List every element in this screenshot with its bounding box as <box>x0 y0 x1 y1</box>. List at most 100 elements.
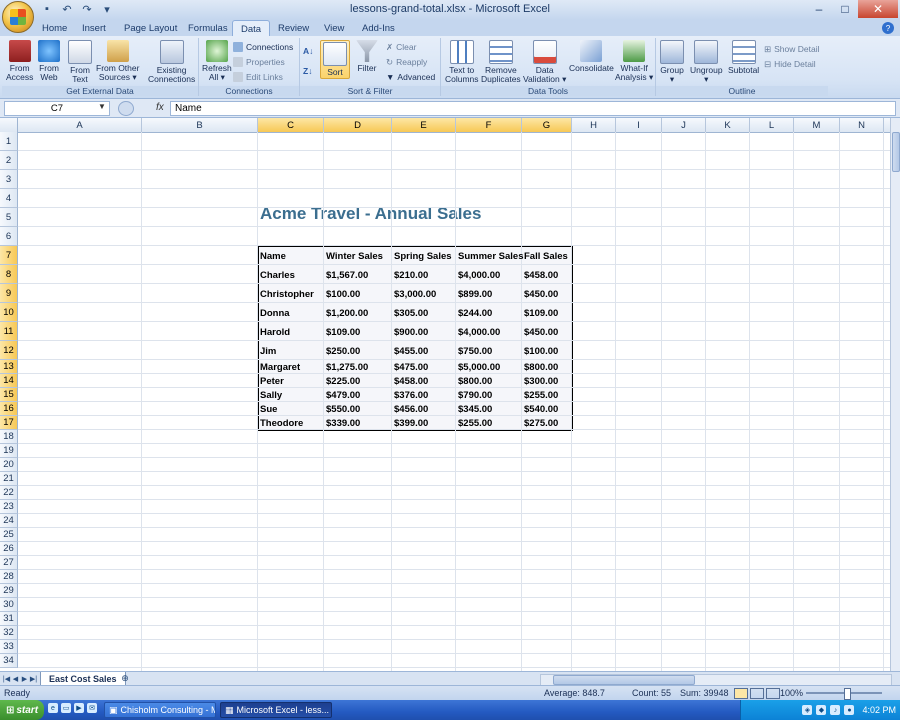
zoom-level[interactable]: 100% <box>780 688 803 698</box>
from-other-sources-button[interactable]: From Other Sources ▾ <box>96 40 139 82</box>
table-cell[interactable]: $455.00 <box>394 346 428 357</box>
row-header-6[interactable]: 6 <box>0 227 18 246</box>
column-header-c[interactable]: C <box>258 118 324 132</box>
group-button[interactable]: Group ▾ <box>660 40 684 84</box>
table-cell[interactable]: Harold <box>260 327 290 338</box>
page-break-view-icon[interactable] <box>766 688 780 699</box>
existing-connections-button[interactable]: Existing Connections <box>148 40 195 84</box>
table-cell[interactable]: $345.00 <box>458 404 492 415</box>
quick-launch-outlook-icon[interactable]: ✉ <box>87 703 97 713</box>
column-header-a[interactable]: A <box>18 118 142 132</box>
table-cell[interactable]: $4,000.00 <box>458 327 500 338</box>
show-detail-button[interactable]: ⊞ Show Detail <box>764 42 819 56</box>
table-cell[interactable]: $750.00 <box>458 346 492 357</box>
table-cell[interactable]: $899.00 <box>458 289 492 300</box>
table-cell[interactable]: Donna <box>260 308 290 319</box>
table-cell[interactable]: Theodore <box>260 418 303 429</box>
row-header-26[interactable]: 26 <box>0 542 18 556</box>
table-cell[interactable]: Sue <box>260 404 277 415</box>
zoom-slider-knob[interactable] <box>844 688 851 700</box>
table-cell[interactable]: $210.00 <box>394 270 428 281</box>
taskbar-item-chisholm[interactable]: ▣Chisholm Consulting - Mo... <box>104 702 216 718</box>
table-cell[interactable]: $339.00 <box>326 418 360 429</box>
table-header-cell[interactable]: Winter Sales <box>326 251 383 262</box>
row-header-2[interactable]: 2 <box>0 151 18 170</box>
table-cell[interactable]: $800.00 <box>524 362 558 373</box>
table-cell[interactable]: $900.00 <box>394 327 428 338</box>
from-web-button[interactable]: From Web <box>38 40 60 82</box>
office-button[interactable] <box>2 1 34 33</box>
tab-page-layout[interactable]: Page Layout <box>116 21 185 35</box>
sort-z-to-a-button[interactable]: Z↓ <box>303 64 312 78</box>
start-button[interactable]: ⊞ start <box>0 700 44 720</box>
row-header-10[interactable]: 10 <box>0 303 18 322</box>
row-header-22[interactable]: 22 <box>0 486 18 500</box>
tab-home[interactable]: Home <box>34 21 75 35</box>
table-cell[interactable]: $300.00 <box>524 376 558 387</box>
help-icon[interactable]: ? <box>882 22 894 34</box>
insert-function-dialog-icon[interactable] <box>118 101 134 116</box>
row-header-11[interactable]: 11 <box>0 322 18 341</box>
row-header-27[interactable]: 27 <box>0 556 18 570</box>
row-header-20[interactable]: 20 <box>0 458 18 472</box>
table-cell[interactable]: Margaret <box>260 362 300 373</box>
quick-launch-desktop-icon[interactable]: ▭ <box>61 703 71 713</box>
table-cell[interactable]: $305.00 <box>394 308 428 319</box>
remove-duplicates-button[interactable]: Remove Duplicates <box>481 40 521 84</box>
select-all-corner[interactable] <box>0 118 18 132</box>
row-header-9[interactable]: 9 <box>0 284 18 303</box>
row-header-7[interactable]: 7 <box>0 246 18 265</box>
table-cell[interactable]: $3,000.00 <box>394 289 436 300</box>
reapply-button[interactable]: ↻ Reapply <box>386 55 427 69</box>
tray-update-icon[interactable]: ● <box>844 705 855 715</box>
column-header-g[interactable]: G <box>522 118 572 132</box>
table-cell[interactable]: $479.00 <box>326 390 360 401</box>
table-cell[interactable]: Charles <box>260 270 295 281</box>
table-cell[interactable]: $255.00 <box>524 390 558 401</box>
table-cell[interactable]: $1,275.00 <box>326 362 368 373</box>
formula-input[interactable]: Name <box>170 101 896 116</box>
row-header-1[interactable]: 1 <box>0 132 18 151</box>
row-header-14[interactable]: 14 <box>0 374 18 388</box>
edit-links-button[interactable]: Edit Links <box>233 70 283 84</box>
table-cell[interactable]: $250.00 <box>326 346 360 357</box>
table-cell[interactable]: Peter <box>260 376 284 387</box>
table-header-cell[interactable]: Fall Sales <box>524 251 568 262</box>
row-header-29[interactable]: 29 <box>0 584 18 598</box>
row-header-15[interactable]: 15 <box>0 388 18 402</box>
hide-detail-button[interactable]: ⊟ Hide Detail <box>764 57 816 71</box>
data-validation-button[interactable]: Data Validation ▾ <box>523 40 566 84</box>
row-header-24[interactable]: 24 <box>0 514 18 528</box>
row-header-25[interactable]: 25 <box>0 528 18 542</box>
next-sheet-icon[interactable]: ▶ <box>20 673 29 684</box>
table-cell[interactable]: Christopher <box>260 289 314 300</box>
column-header-b[interactable]: B <box>142 118 258 132</box>
normal-view-icon[interactable] <box>734 688 748 699</box>
table-header-cell[interactable]: Summer Sales <box>458 251 523 262</box>
column-header-k[interactable]: K <box>706 118 750 132</box>
row-header-8[interactable]: 8 <box>0 265 18 284</box>
from-text-button[interactable]: From Text <box>68 40 92 84</box>
table-cell[interactable]: $1,567.00 <box>326 270 368 281</box>
table-cell[interactable]: $399.00 <box>394 418 428 429</box>
column-header-n[interactable]: N <box>840 118 884 132</box>
page-layout-view-icon[interactable] <box>750 688 764 699</box>
row-header-23[interactable]: 23 <box>0 500 18 514</box>
first-sheet-icon[interactable]: |◀ <box>2 673 11 684</box>
worksheet-grid[interactable]: ABCDEFGHIJKLMN 1 2 3 4 5 6 7 8 9 10 11 12 13 14 15 16 17… <box>0 118 890 671</box>
sheet-tab-east-cost-sales[interactable]: East Cost Sales <box>40 672 126 686</box>
consolidate-button[interactable]: Consolidate <box>569 40 614 73</box>
table-cell[interactable]: $4,000.00 <box>458 270 500 281</box>
last-sheet-icon[interactable]: ▶| <box>29 673 38 684</box>
maximize-icon[interactable]: □ <box>832 0 858 18</box>
quick-launch-media-icon[interactable]: ▶ <box>74 703 84 713</box>
prev-sheet-icon[interactable]: ◀ <box>11 673 20 684</box>
row-header-33[interactable]: 33 <box>0 640 18 654</box>
table-cell[interactable]: $109.00 <box>326 327 360 338</box>
column-header-i[interactable]: I <box>616 118 662 132</box>
tab-review[interactable]: Review <box>270 21 317 35</box>
minimize-icon[interactable]: – <box>806 0 832 18</box>
subtotal-button[interactable]: Subtotal <box>728 40 759 75</box>
row-header-19[interactable]: 19 <box>0 444 18 458</box>
chevron-down-icon[interactable]: ▼ <box>98 102 106 111</box>
